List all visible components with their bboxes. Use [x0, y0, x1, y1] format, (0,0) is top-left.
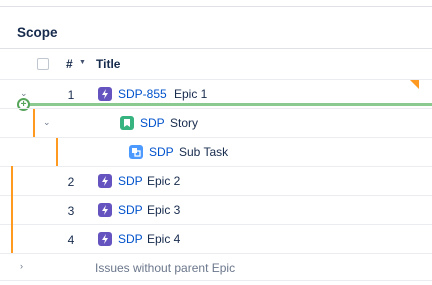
collapse-chevron-icon[interactable]: ⌄: [20, 89, 28, 98]
table-row[interactable]: › Issues without parent Epic: [0, 253, 432, 282]
subtask-icon: [129, 145, 143, 159]
title-column-header[interactable]: Title: [96, 57, 120, 71]
rank-cell: 2: [67, 175, 75, 189]
table-row[interactable]: 3 SDP Epic 3: [0, 195, 432, 224]
flag-marker-icon: [410, 80, 419, 89]
issue-key-link[interactable]: SDP: [118, 232, 143, 246]
issues-without-epic-label[interactable]: Issues without parent Epic: [95, 261, 235, 275]
table-row[interactable]: 4 SDP Epic 4: [0, 224, 432, 253]
drop-indicator-line: [20, 103, 432, 106]
collapse-chevron-icon[interactable]: ⌄: [43, 118, 51, 127]
row-accent-bar: [56, 138, 58, 166]
table-row[interactable]: ⌄ SDP Story: [0, 108, 432, 137]
issue-summary[interactable]: Story: [170, 116, 198, 130]
expand-chevron-icon[interactable]: ›: [20, 262, 23, 271]
issue-summary[interactable]: Sub Task: [179, 145, 228, 159]
issue-summary[interactable]: Epic 1: [174, 87, 207, 101]
sort-down-icon[interactable]: ▼: [79, 59, 86, 66]
issue-key-link[interactable]: SDP-855: [118, 87, 167, 101]
table-row[interactable]: SDP Sub Task: [0, 137, 432, 166]
story-icon: [120, 116, 134, 130]
select-all-checkbox[interactable]: [37, 58, 49, 70]
table-header: # ▼ Title: [0, 49, 432, 79]
issue-key-link[interactable]: SDP: [118, 203, 143, 217]
table-row[interactable]: 2 SDP Epic 2: [0, 166, 432, 195]
rank-cell: 1: [67, 88, 75, 102]
issue-key-link[interactable]: SDP: [118, 174, 143, 188]
top-divider: [0, 6, 432, 7]
issue-summary[interactable]: Epic 2: [147, 174, 180, 188]
issue-summary[interactable]: Epic 4: [147, 232, 180, 246]
row-accent-bar: [33, 109, 35, 137]
epic-icon: [98, 174, 112, 188]
epic-icon: [98, 87, 112, 101]
rank-cell: 4: [67, 233, 75, 247]
rank-column-header[interactable]: #: [66, 57, 73, 71]
issue-key-link[interactable]: SDP: [140, 116, 165, 130]
section-title: Scope: [17, 25, 58, 40]
row-accent-bar: [11, 166, 13, 253]
epic-icon: [98, 203, 112, 217]
epic-icon: [98, 232, 112, 246]
rank-cell: 3: [67, 204, 75, 218]
issue-summary[interactable]: Epic 3: [147, 203, 180, 217]
bottom-divider: [0, 280, 432, 281]
issue-key-link[interactable]: SDP: [149, 145, 174, 159]
